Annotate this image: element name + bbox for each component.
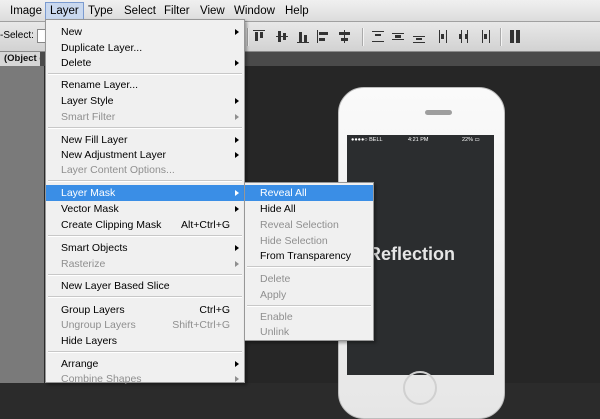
menu-divider — [48, 235, 242, 237]
submenu-item-enable[interactable]: Enable — [245, 309, 373, 325]
submenu-item-reveal-all[interactable]: Reveal All — [245, 185, 373, 201]
menu-divider — [48, 274, 242, 276]
submenu-item-hide-selection[interactable]: Hide Selection — [245, 233, 373, 249]
left-panel — [0, 66, 44, 383]
menu-divider — [48, 180, 242, 182]
layer-menu: New Duplicate Layer... Delete Rename Lay… — [45, 19, 245, 385]
home-button — [403, 371, 437, 405]
menu-item-rasterize[interactable]: Rasterize — [46, 256, 244, 272]
submenu-arrow-icon — [235, 137, 239, 143]
submenu-arrow-icon — [235, 376, 239, 382]
menu-item-new-adjustment-layer[interactable]: New Adjustment Layer — [46, 147, 244, 163]
submenu-arrow-icon — [235, 152, 239, 158]
submenu-arrow-icon — [235, 98, 239, 104]
shortcut-label: Alt+Ctrl+G — [180, 219, 230, 231]
menu-divider — [48, 73, 242, 75]
menu-item-smart-filter[interactable]: Smart Filter — [46, 109, 244, 125]
menu-item-new-fill-layer[interactable]: New Fill Layer — [46, 132, 244, 148]
menu-select[interactable]: Select — [120, 3, 160, 19]
menu-divider — [247, 266, 371, 268]
menu-item-duplicate-layer[interactable]: Duplicate Layer... — [46, 40, 244, 56]
screen-title: Reflection — [368, 244, 456, 264]
menu-item-combine-shapes[interactable]: Combine Shapes — [46, 371, 244, 387]
carrier-text: ●●●●○ BELL — [351, 137, 383, 143]
auto-align-icon[interactable] — [509, 30, 521, 43]
submenu-item-from-transparency[interactable]: From Transparency — [245, 248, 373, 264]
menu-item-smart-objects[interactable]: Smart Objects — [46, 240, 244, 256]
align-hcenter-icon[interactable] — [338, 30, 350, 43]
distribute-left-icon[interactable] — [438, 30, 450, 43]
phone-speaker — [425, 110, 452, 115]
menu-item-delete[interactable]: Delete — [46, 55, 244, 71]
separator — [500, 28, 502, 46]
submenu-item-reveal-selection[interactable]: Reveal Selection — [245, 217, 373, 233]
menu-divider — [48, 351, 242, 353]
menu-item-ungroup-layers[interactable]: Ungroup Layers Shift+Ctrl+G — [46, 317, 244, 333]
layer-mask-submenu: Reveal All Hide All Reveal Selection Hid… — [244, 182, 374, 341]
submenu-item-unlink[interactable]: Unlink — [245, 324, 373, 340]
menu-item-rename-layer[interactable]: Rename Layer... — [46, 77, 244, 93]
submenu-arrow-icon — [235, 60, 239, 66]
menu-item-hide-layers[interactable]: Hide Layers — [46, 333, 244, 349]
submenu-arrow-icon — [235, 190, 239, 196]
submenu-arrow-icon — [235, 206, 239, 212]
menu-help[interactable]: Help — [281, 3, 313, 19]
submenu-arrow-icon — [235, 29, 239, 35]
submenu-item-hide-all[interactable]: Hide All — [245, 201, 373, 217]
align-top-icon[interactable] — [253, 30, 265, 43]
separator — [362, 28, 364, 46]
document-tab[interactable]: (Object co — [0, 52, 40, 66]
distribute-hcenter-icon[interactable] — [458, 30, 470, 43]
battery-text: 22% ▭ — [462, 137, 480, 143]
submenu-arrow-icon — [235, 245, 239, 251]
menu-type[interactable]: Type — [84, 3, 117, 19]
shortcut-label: Shift+Ctrl+G — [172, 319, 230, 331]
time-text: 4:21 PM — [408, 137, 429, 143]
submenu-item-delete[interactable]: Delete — [245, 271, 373, 287]
auto-select-label: -Select: — [0, 30, 34, 41]
menu-item-new[interactable]: New — [46, 24, 244, 40]
submenu-arrow-icon — [235, 261, 239, 267]
menu-image[interactable]: Image — [6, 3, 46, 19]
menu-item-arrange[interactable]: Arrange — [46, 356, 244, 372]
menu-item-layer-content-options[interactable]: Layer Content Options... — [46, 162, 244, 178]
menu-item-layer-style[interactable]: Layer Style — [46, 93, 244, 109]
align-left-icon[interactable] — [317, 30, 329, 43]
menu-item-vector-mask[interactable]: Vector Mask — [46, 201, 244, 217]
menu-divider — [247, 305, 371, 307]
align-vcenter-icon[interactable] — [276, 30, 288, 43]
menu-layer[interactable]: Layer — [45, 2, 84, 20]
menu-view[interactable]: View — [196, 3, 229, 19]
align-bottom-icon[interactable] — [297, 30, 309, 43]
menu-item-new-layer-based-slice[interactable]: New Layer Based Slice — [46, 278, 244, 294]
distribute-bottom-icon[interactable] — [413, 30, 425, 43]
menu-item-group-layers[interactable]: Group Layers Ctrl+G — [46, 302, 244, 318]
menu-item-layer-mask[interactable]: Layer Mask — [46, 185, 244, 201]
separator — [247, 28, 249, 46]
menu-divider — [48, 127, 242, 129]
menu-filter[interactable]: Filter — [160, 3, 194, 19]
phone-status-bar: ●●●●○ BELL 4:21 PM 22% ▭ — [347, 135, 494, 146]
distribute-top-icon[interactable] — [372, 30, 384, 43]
menu-divider — [48, 296, 242, 298]
shortcut-label: Ctrl+G — [199, 304, 230, 316]
distribute-right-icon[interactable] — [478, 30, 490, 43]
submenu-arrow-icon — [235, 361, 239, 367]
submenu-item-apply[interactable]: Apply — [245, 287, 373, 303]
menu-item-create-clipping-mask[interactable]: Create Clipping Mask Alt+Ctrl+G — [46, 217, 244, 233]
menu-window[interactable]: Window — [230, 3, 279, 19]
submenu-arrow-icon — [235, 114, 239, 120]
distribute-vcenter-icon[interactable] — [392, 30, 404, 43]
